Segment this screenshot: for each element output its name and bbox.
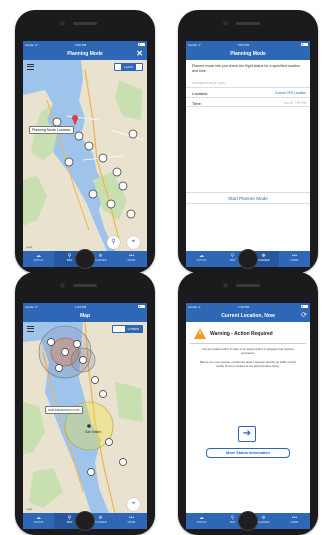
front-camera <box>60 21 65 26</box>
time-value[interactable]: Jun 20 7:57 PM <box>284 101 306 105</box>
nav-title: Current Location, Now <box>221 313 275 319</box>
front-camera <box>60 283 65 288</box>
tab-label: MORE <box>127 521 136 524</box>
warning-body-1: You are located within 5 miles of an air… <box>202 347 294 355</box>
tab-label: STATUS <box>196 521 207 524</box>
city-label: San Mateo <box>85 430 102 434</box>
location-label: Location: <box>192 91 209 96</box>
location-callout[interactable]: Planning Mode Location <box>29 126 74 134</box>
status-bar: Carrier ᯤ 1:43 PM <box>23 303 147 310</box>
refresh-icon[interactable]: ⟳ <box>301 312 307 320</box>
home-button[interactable] <box>75 511 95 531</box>
nav-bar: Planning Mode ✕ <box>23 48 147 60</box>
map-type-hybrid[interactable]: HYBRID <box>124 326 142 332</box>
tab-label: MORE <box>127 259 136 262</box>
home-button[interactable] <box>238 249 258 269</box>
airport-callout[interactable]: SAN FRANCISCO INTL <box>45 406 84 414</box>
time-label: Time: <box>192 101 202 106</box>
carrier-label: Carrier ᯤ <box>25 304 38 309</box>
phone-airport-map: Carrier ᯤ 1:43 PM Map HYBRID SAN FRANCIS… <box>15 272 155 535</box>
more-status-button[interactable]: More Status Information <box>206 448 290 458</box>
warning-title: Warning - Action Required <box>210 331 273 337</box>
menu-icon[interactable] <box>27 64 34 70</box>
exclamation-mark: ! <box>199 331 201 337</box>
exit-arrow-icon: ➔ <box>238 426 256 442</box>
front-camera <box>223 21 228 26</box>
status-bar: Carrier ᯤ 5:53 PM <box>186 41 310 48</box>
carrier-label: Carrier ᯤ <box>25 42 38 47</box>
locate-me-button[interactable]: ⌖ <box>127 498 140 511</box>
nav-title: Map <box>80 313 90 319</box>
start-planner-button[interactable]: Start Planner Mode <box>186 192 310 204</box>
clock: 1:43 PM <box>238 304 250 309</box>
carrier-label: Carrier ᯤ <box>188 42 201 47</box>
map-view[interactable]: HYBRID SAN FRANCISCO INTL San Mateo ⌖ Le… <box>23 322 147 513</box>
nav-bar: Current Location, Now ⟳ <box>186 310 310 322</box>
time-row[interactable]: Time: Jun 20 7:57 PM <box>186 97 310 107</box>
nav-bar: Map <box>23 310 147 322</box>
tab-more[interactable]: ••• MORE <box>279 251 310 267</box>
screen: Carrier ᯤ 5:52 PM Planning Mode ✕ Hybrid… <box>23 41 147 267</box>
earpiece-speaker <box>236 284 260 287</box>
clock: 5:53 PM <box>238 42 250 47</box>
front-camera <box>223 283 228 288</box>
phone-warning-status: Carrier ᯤ 1:43 PM Current Location, Now … <box>178 272 318 535</box>
battery-icon <box>301 304 308 308</box>
location-row[interactable]: Location: Current GPS Location <box>186 87 310 97</box>
legal-link[interactable]: Legal <box>26 508 32 511</box>
tab-status[interactable]: ☁ STATUS <box>23 513 54 529</box>
tab-more[interactable]: ••• MORE <box>116 251 147 267</box>
divider <box>190 343 306 344</box>
location-value[interactable]: Current GPS Location <box>275 91 306 95</box>
tab-more[interactable]: ••• MORE <box>116 513 147 529</box>
nav-title: Planning Mode <box>230 51 266 57</box>
menu-icon[interactable] <box>27 326 34 332</box>
battery-icon <box>138 42 145 46</box>
home-button[interactable] <box>75 249 95 269</box>
tab-status[interactable]: ☁ STATUS <box>23 251 54 267</box>
screen: Carrier ᯤ 5:53 PM Planning Mode Planner … <box>186 41 310 267</box>
map-type-segmented-control[interactable]: Hybrid <box>114 63 143 71</box>
map-canvas <box>23 322 147 513</box>
clock: 5:52 PM <box>75 42 87 47</box>
tab-label: STATUS <box>196 259 207 262</box>
earpiece-speaker <box>73 22 97 25</box>
home-button[interactable] <box>238 511 258 531</box>
tab-label: MORE <box>290 521 299 524</box>
status-bar: Carrier ᯤ 1:43 PM <box>186 303 310 310</box>
tab-label: STATUS <box>33 259 44 262</box>
screen: Carrier ᯤ 1:43 PM Map HYBRID SAN FRANCIS… <box>23 303 147 529</box>
battery-icon <box>138 304 145 308</box>
phone-planning-form: Carrier ᯤ 5:53 PM Planning Mode Planner … <box>178 10 318 273</box>
close-icon[interactable]: ✕ <box>136 49 143 59</box>
tab-status[interactable]: ☁ STATUS <box>186 251 217 267</box>
tab-label: MORE <box>290 259 299 262</box>
clock: 1:43 PM <box>75 304 87 309</box>
carrier-label: Carrier ᯤ <box>188 304 201 309</box>
earpiece-speaker <box>73 284 97 287</box>
nav-bar: Planning Mode <box>186 48 310 60</box>
legal-link[interactable]: Legal <box>26 246 32 249</box>
battery-icon <box>301 42 308 46</box>
screen: Carrier ᯤ 1:43 PM Current Location, Now … <box>186 303 310 529</box>
earpiece-speaker <box>236 22 260 25</box>
section-header: FUTURE FLIGHT INFO <box>192 81 226 85</box>
locate-me-button[interactable]: ⌖ <box>127 236 140 249</box>
tab-status[interactable]: ☁ STATUS <box>186 513 217 529</box>
map-canvas <box>23 60 147 251</box>
status-bar: Carrier ᯤ 5:52 PM <box>23 41 147 48</box>
tab-more[interactable]: ••• MORE <box>279 513 310 529</box>
map-type-hybrid[interactable]: Hybrid <box>121 64 136 70</box>
planner-description: Planner mode lets you check the flight s… <box>192 64 301 73</box>
location-pin-button[interactable]: ⚲ <box>107 236 120 249</box>
map-type-segmented-control[interactable]: HYBRID <box>111 325 143 333</box>
phone-planning-map: Carrier ᯤ 5:52 PM Planning Mode ✕ Hybrid… <box>15 10 155 273</box>
nav-title: Planning Mode <box>67 51 103 57</box>
map-type-satellite[interactable] <box>136 64 142 70</box>
tab-label: STATUS <box>33 521 44 524</box>
warning-body-2: Before you may operate, contact the airp… <box>200 360 296 368</box>
map-view[interactable]: Hybrid Planning Mode Location ⚲ ⌖ Legal <box>23 60 147 251</box>
